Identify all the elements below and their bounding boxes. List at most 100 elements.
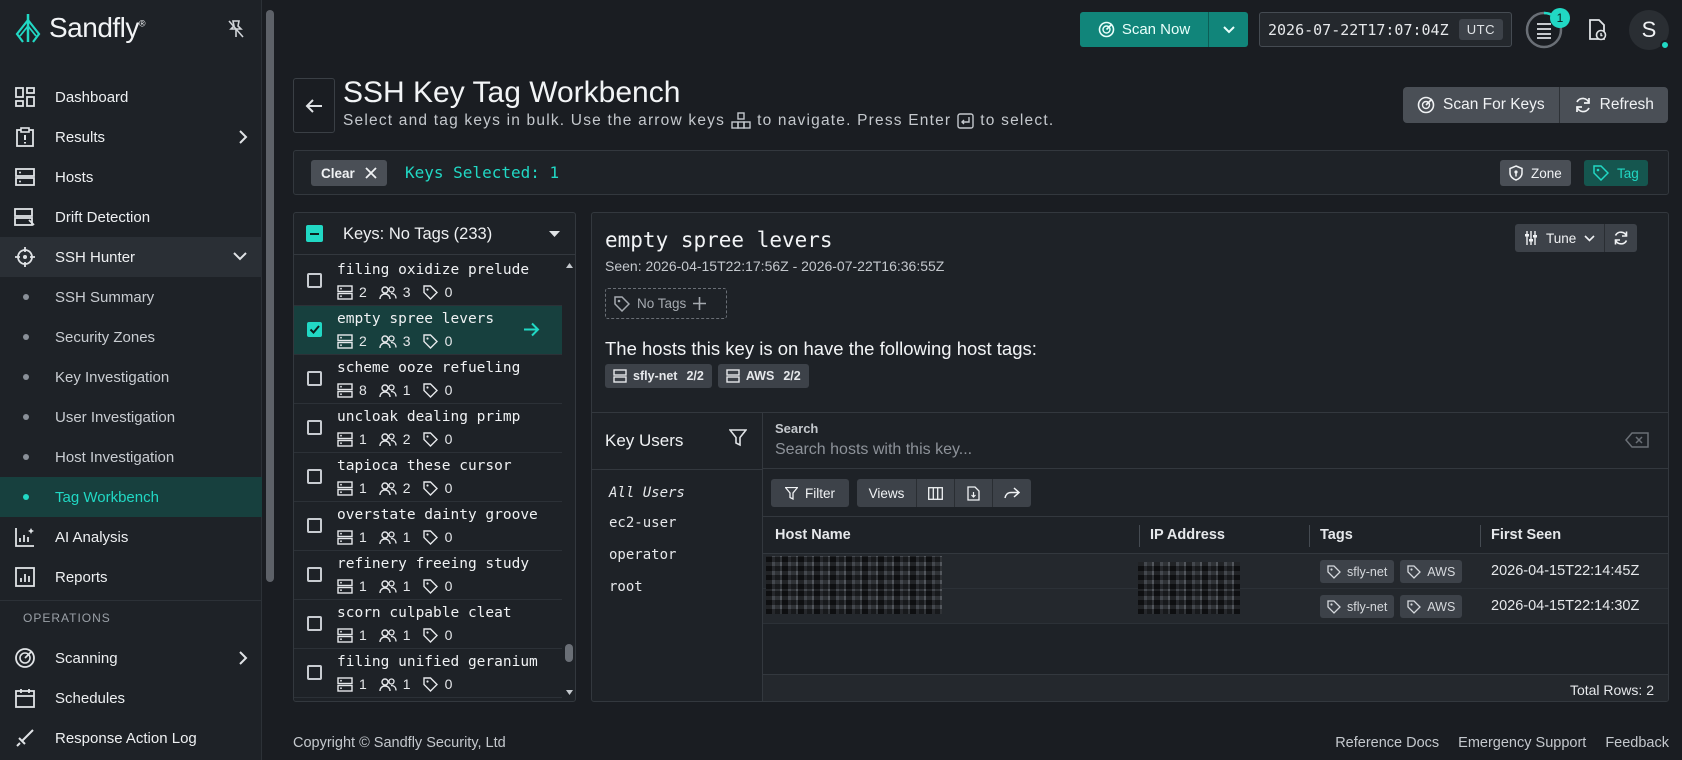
brand-logo[interactable]: Sandfly® <box>13 12 146 44</box>
key-list-item[interactable]: tapioca these cursor 1 2 0 <box>294 453 562 502</box>
user-root[interactable]: root <box>609 579 643 595</box>
sidebar-item-ssh-hunter[interactable]: SSH Hunter <box>0 237 262 277</box>
key-checkbox[interactable] <box>307 371 322 386</box>
user-operator[interactable]: operator <box>609 547 676 563</box>
table-row[interactable]: sfly-net AWS 2026-04-15T22:14:45Z <box>763 554 1668 589</box>
user-count: 2 <box>402 431 411 447</box>
key-list-item[interactable]: scheme ooze refueling 8 1 0 <box>294 355 562 404</box>
add-key-tag-button[interactable]: No Tags <box>605 288 727 319</box>
sidebar-item-results[interactable]: Results <box>0 117 262 157</box>
key-list-item[interactable]: scorn culpable cleat 1 1 0 <box>294 600 562 649</box>
keys-filter-dropdown[interactable]: Keys: No Tags (233) <box>294 213 575 255</box>
key-meta: 2 3 0 <box>337 284 464 300</box>
sidebar-item-ai-analysis[interactable]: AI Analysis <box>0 517 262 557</box>
sidebar-item-schedules[interactable]: Schedules <box>0 678 262 718</box>
user-ec2-user[interactable]: ec2-user <box>609 515 676 531</box>
host-tag-chip[interactable]: AWS 2/2 <box>717 364 809 388</box>
clear-label: Clear <box>321 165 355 181</box>
key-checkbox[interactable] <box>307 616 322 631</box>
tag-icon <box>422 676 438 692</box>
scan-for-keys-button[interactable]: Scan For Keys <box>1403 87 1560 123</box>
column-ip-address[interactable]: IP Address <box>1150 527 1225 543</box>
emergency-support-link[interactable]: Emergency Support <box>1458 735 1586 751</box>
key-list-item[interactable]: overstate dainty groove 1 1 0 <box>294 502 562 551</box>
key-list-item[interactable]: empty spree levers 2 3 0 <box>294 306 562 355</box>
back-button[interactable] <box>293 78 335 133</box>
views-button[interactable]: Views <box>857 479 917 507</box>
sidebar-scrollbar[interactable] <box>263 0 277 760</box>
sidebar-item-ssh-summary[interactable]: SSH Summary <box>0 277 262 317</box>
reference-docs-link[interactable]: Reference Docs <box>1335 735 1439 751</box>
row-tag-chip[interactable]: sfly-net <box>1320 560 1395 583</box>
key-list-item[interactable]: filing unified geranium 1 1 0 <box>294 649 562 698</box>
sidebar-item-response-action-log[interactable]: Response Action Log <box>0 718 262 758</box>
key-list-item[interactable]: refinery freeing study 1 1 0 <box>294 551 562 600</box>
feedback-link[interactable]: Feedback <box>1605 735 1669 751</box>
clear-search-icon[interactable] <box>1625 432 1649 448</box>
refresh-button[interactable]: Refresh <box>1559 87 1668 123</box>
host-count: 2 <box>359 333 367 349</box>
key-checkbox[interactable] <box>307 665 322 680</box>
column-host-name[interactable]: Host Name <box>775 527 851 543</box>
unpin-sidebar-icon[interactable] <box>228 20 244 38</box>
key-checkbox[interactable] <box>307 469 322 484</box>
reload-detail-button[interactable] <box>1604 224 1638 252</box>
row-tag-chip[interactable]: AWS <box>1400 560 1463 583</box>
tune-button[interactable]: Tune <box>1515 224 1605 252</box>
user-count: 3 <box>402 284 411 300</box>
zone-button[interactable]: Zone <box>1500 160 1571 186</box>
tag-icon <box>1593 165 1609 181</box>
column-first-seen[interactable]: First Seen <box>1491 527 1561 543</box>
timezone-badge[interactable]: UTC <box>1458 19 1503 40</box>
key-list-item[interactable]: uncloak dealing primp 1 2 0 <box>294 404 562 453</box>
keys-list-scrollbar[interactable] <box>562 256 575 701</box>
sidebar-item-hosts[interactable]: Hosts <box>0 157 262 197</box>
key-checkbox[interactable] <box>307 420 322 435</box>
key-checkbox[interactable] <box>307 273 322 288</box>
select-all-checkbox[interactable] <box>306 225 323 242</box>
drift-server-icon <box>14 206 36 228</box>
user-all-users[interactable]: All Users <box>609 485 685 501</box>
filter-users-icon[interactable] <box>729 429 747 447</box>
sidebar-item-label: Hosts <box>55 168 94 186</box>
sword-icon <box>14 727 36 749</box>
key-list-item[interactable]: filing oxidize prelude 2 3 0 <box>294 257 562 306</box>
sidebar-item-reports[interactable]: Reports <box>0 557 262 597</box>
table-row[interactable]: sfly-net AWS 2026-04-15T22:14:30Z <box>763 589 1668 624</box>
tag-icon <box>1327 564 1341 579</box>
sidebar-item-host-investigation[interactable]: Host Investigation <box>0 437 262 477</box>
sidebar-item-label: Security Zones <box>55 328 156 346</box>
sidebar-item-scanning[interactable]: Scanning <box>0 638 262 678</box>
tag-button[interactable]: Tag <box>1584 160 1648 186</box>
sidebar-item-key-investigation[interactable]: Key Investigation <box>0 357 262 397</box>
clear-selection-button[interactable]: Clear <box>311 160 387 186</box>
task-queue-button[interactable]: 1 <box>1524 8 1570 50</box>
row-tag-chip[interactable]: AWS <box>1400 595 1463 618</box>
sidebar-item-user-investigation[interactable]: User Investigation <box>0 397 262 437</box>
share-button[interactable] <box>993 479 1031 507</box>
sidebar-item-drift-detection[interactable]: Drift Detection <box>0 197 262 237</box>
scan-options-dropdown[interactable] <box>1208 12 1248 47</box>
scan-now-button[interactable]: Scan Now <box>1080 12 1208 47</box>
columns-button[interactable] <box>917 479 955 507</box>
key-checkbox[interactable] <box>307 518 322 533</box>
host-tag-chip[interactable]: sfly-net 2/2 <box>605 364 712 388</box>
host-search-box: Search <box>763 413 1668 469</box>
column-tags[interactable]: Tags <box>1320 527 1353 543</box>
arrow-right-icon[interactable] <box>523 322 540 337</box>
key-checkbox[interactable] <box>307 567 322 582</box>
server-icon <box>337 284 353 300</box>
key-checkbox[interactable] <box>307 322 322 337</box>
host-search-input[interactable] <box>775 439 1595 461</box>
search-label: Search <box>775 421 819 436</box>
sidebar-item-security-zones[interactable]: Security Zones <box>0 317 262 357</box>
row-tag-chip[interactable]: sfly-net <box>1320 595 1395 618</box>
sidebar-item-dashboard[interactable]: Dashboard <box>0 77 262 117</box>
audit-log-icon[interactable] <box>1587 19 1607 41</box>
export-button[interactable] <box>955 479 993 507</box>
sidebar-item-tag-workbench[interactable]: Tag Workbench <box>0 477 262 517</box>
key-name: empty spree levers <box>337 311 495 327</box>
filter-button[interactable]: Filter <box>771 479 849 507</box>
tag-icon <box>1407 564 1422 579</box>
user-avatar[interactable]: S <box>1629 10 1670 50</box>
